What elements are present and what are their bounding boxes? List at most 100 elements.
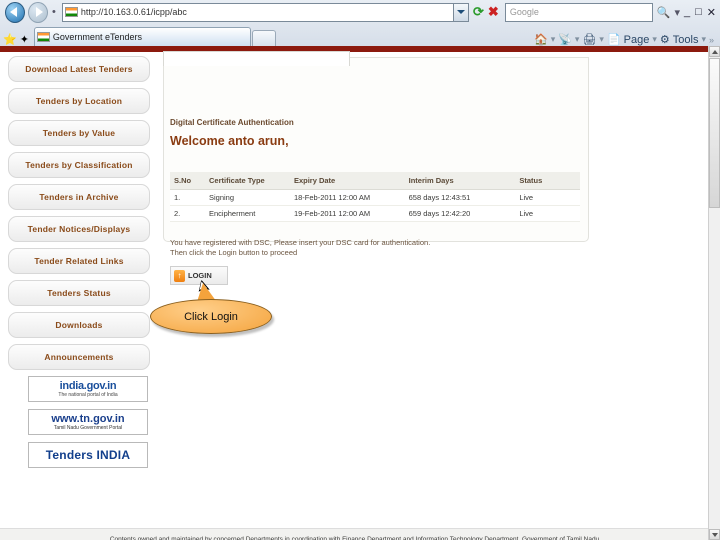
column-header-certificate-type: Certificate Type xyxy=(205,172,290,190)
home-dropdown-icon[interactable]: ▾ xyxy=(551,34,556,45)
table-row: 1. Signing 18-Feb-2011 12:00 AM 658 days… xyxy=(170,189,580,206)
india-flag-icon xyxy=(64,7,78,17)
forward-button[interactable] xyxy=(27,1,48,23)
page-title: Digital Certificate Authentication xyxy=(170,118,294,127)
address-dropdown-button[interactable] xyxy=(453,2,470,22)
page-dropdown-icon[interactable]: ▾ xyxy=(652,34,657,45)
restore-button[interactable]: □ xyxy=(695,6,702,18)
sidebar-item-tenders-in-archive[interactable]: Tenders in Archive xyxy=(8,184,150,210)
dsc-instructions-line1: You have registered with DSC, Please ins… xyxy=(170,238,431,247)
sidebar-item-label: Downloads xyxy=(55,320,103,330)
tn-gov-in-logo[interactable]: www.tn.gov.in Tamil Nadu Government Port… xyxy=(28,409,148,435)
feed-dropdown-icon[interactable]: ▾ xyxy=(575,34,580,45)
footer-ownership-text: Contents owned and maintained by concern… xyxy=(109,535,600,540)
rss-feed-icon[interactable]: 📡 xyxy=(558,33,572,46)
welcome-message: Welcome anto arun, xyxy=(170,134,289,148)
login-button-label: LOGIN xyxy=(188,271,212,280)
chevron-down-icon xyxy=(456,10,465,14)
sidebar-item-tenders-by-value[interactable]: Tenders by Value xyxy=(8,120,150,146)
cell-interim-days: 659 days 12:42:20 xyxy=(404,205,516,222)
certificate-table: S.No Certificate Type Expiry Date Interi… xyxy=(170,172,580,222)
column-header-sno: S.No xyxy=(170,172,205,190)
sidebar-item-label: Tenders by Value xyxy=(42,128,116,138)
sidebar-item-label: Announcements xyxy=(44,352,114,362)
table-header-row: S.No Certificate Type Expiry Date Interi… xyxy=(170,172,580,190)
table-row: 2. Encipherment 19-Feb-2011 12:00 AM 659… xyxy=(170,205,580,222)
tn-gov-in-subtitle: Tamil Nadu Government Portal xyxy=(53,425,123,431)
browser-tab-label: Government eTenders xyxy=(52,32,142,42)
sidebar-item-label: Tenders in Archive xyxy=(39,192,119,202)
tenders-india-logo[interactable]: Tenders INDIA xyxy=(28,442,148,468)
cell-interim-days: 658 days 12:43:51 xyxy=(404,189,516,206)
refresh-icon[interactable]: ⟳ xyxy=(473,4,484,20)
print-icon[interactable]: 🖨 xyxy=(582,33,596,46)
forward-arrow-icon xyxy=(35,6,43,17)
dsc-instructions-line2: Then click the Login button to proceed xyxy=(170,248,298,257)
dsc-instructions: You have registered with DSC, Please ins… xyxy=(170,238,430,258)
sidebar-item-tender-notices-displays[interactable]: Tender Notices/Displays xyxy=(8,216,150,242)
add-favorites-icon[interactable]: ✦ xyxy=(20,33,29,46)
scroll-up-button[interactable] xyxy=(709,46,720,57)
tools-menu-label[interactable]: Tools xyxy=(673,34,699,46)
page-icon[interactable]: 📄 xyxy=(607,33,621,46)
close-button[interactable]: ✕ xyxy=(707,6,716,19)
india-gov-in-title: india.gov.in xyxy=(59,379,117,392)
sidebar-item-tender-related-links[interactable]: Tender Related Links xyxy=(8,248,150,274)
sidebar-item-label: Tender Related Links xyxy=(34,256,124,266)
search-dropdown-icon[interactable]: ▾ xyxy=(674,6,680,19)
window-controls: _ □ ✕ xyxy=(684,6,720,19)
back-arrow-icon xyxy=(10,6,17,17)
sidebar-item-tenders-by-location[interactable]: Tenders by Location xyxy=(8,88,150,114)
browser-tab[interactable]: Government eTenders xyxy=(33,27,251,46)
key-icon: ↑ xyxy=(174,269,185,282)
search-input-placeholder: Google xyxy=(509,7,539,17)
vertical-scrollbar[interactable] xyxy=(708,46,720,540)
sidebar-item-tenders-status[interactable]: Tenders Status xyxy=(8,280,150,306)
india-gov-in-logo[interactable]: india.gov.in The national portal of Indi… xyxy=(28,376,148,402)
footer-ownership-bar: Contents owned and maintained by concern… xyxy=(0,528,709,540)
sidebar-item-label: Tenders by Classification xyxy=(25,160,133,170)
cell-certificate-type: Signing xyxy=(205,189,290,206)
address-bar-value: http://10.163.0.61/icpp/abc xyxy=(80,7,187,17)
browser-chrome: • http://10.163.0.61/icpp/abc ⟳ ✖ Google… xyxy=(0,0,720,47)
chrome-separator: • xyxy=(51,6,56,18)
page-viewport: Download Latest Tenders Tenders by Locat… xyxy=(0,46,709,540)
column-header-status: Status xyxy=(515,172,580,190)
sidebar-item-label: Tenders by Location xyxy=(35,96,123,106)
page-menu-label[interactable]: Page xyxy=(624,34,650,46)
chevron-up-icon xyxy=(711,49,718,54)
india-gov-in-subtitle: The national portal of India xyxy=(58,391,118,398)
status-badge: Live xyxy=(515,205,580,222)
toolbar-overflow-icon[interactable]: » xyxy=(709,35,714,45)
sidebar-item-tenders-by-classification[interactable]: Tenders by Classification xyxy=(8,152,150,178)
sidebar-item-download-latest-tenders[interactable]: Download Latest Tenders xyxy=(8,56,150,82)
search-input[interactable]: Google xyxy=(504,2,653,22)
cell-expiry-date: 18-Feb-2011 12:00 AM xyxy=(289,189,405,206)
home-icon[interactable]: 🏠 xyxy=(534,33,548,46)
tools-dropdown-icon[interactable]: ▾ xyxy=(701,34,706,45)
sidebar-item-downloads[interactable]: Downloads xyxy=(8,312,150,338)
favorites-star-icon[interactable]: ⭐ xyxy=(3,33,17,46)
sidebar-item-announcements[interactable]: Announcements xyxy=(8,344,150,370)
sidebar: Download Latest Tenders Tenders by Locat… xyxy=(4,56,154,475)
gear-icon[interactable]: ⚙ xyxy=(660,33,670,46)
back-button[interactable] xyxy=(5,1,25,23)
scrollbar-thumb[interactable] xyxy=(709,58,720,208)
scroll-down-button[interactable] xyxy=(709,529,720,540)
print-dropdown-icon[interactable]: ▾ xyxy=(599,34,604,45)
address-bar[interactable]: http://10.163.0.61/icpp/abc xyxy=(61,2,454,22)
minimize-button[interactable]: _ xyxy=(684,6,690,18)
callout-bubble: Click Login xyxy=(150,299,272,334)
page-content: Download Latest Tenders Tenders by Locat… xyxy=(0,51,709,540)
new-tab-button[interactable] xyxy=(251,30,276,46)
chevron-down-icon xyxy=(711,532,718,537)
tenders-india-title: Tenders INDIA xyxy=(45,448,131,462)
column-header-expiry-date: Expiry Date xyxy=(289,172,405,190)
sidebar-item-label: Tender Notices/Displays xyxy=(27,224,131,234)
search-icon[interactable]: 🔍 xyxy=(657,6,671,19)
tab-favicon xyxy=(36,32,50,42)
cell-expiry-date: 19-Feb-2011 12:00 AM xyxy=(289,205,405,222)
callout-label: Click Login xyxy=(184,310,238,323)
stop-icon[interactable]: ✖ xyxy=(488,4,499,20)
navigation-row: • http://10.163.0.61/icpp/abc ⟳ ✖ Google… xyxy=(0,0,720,24)
